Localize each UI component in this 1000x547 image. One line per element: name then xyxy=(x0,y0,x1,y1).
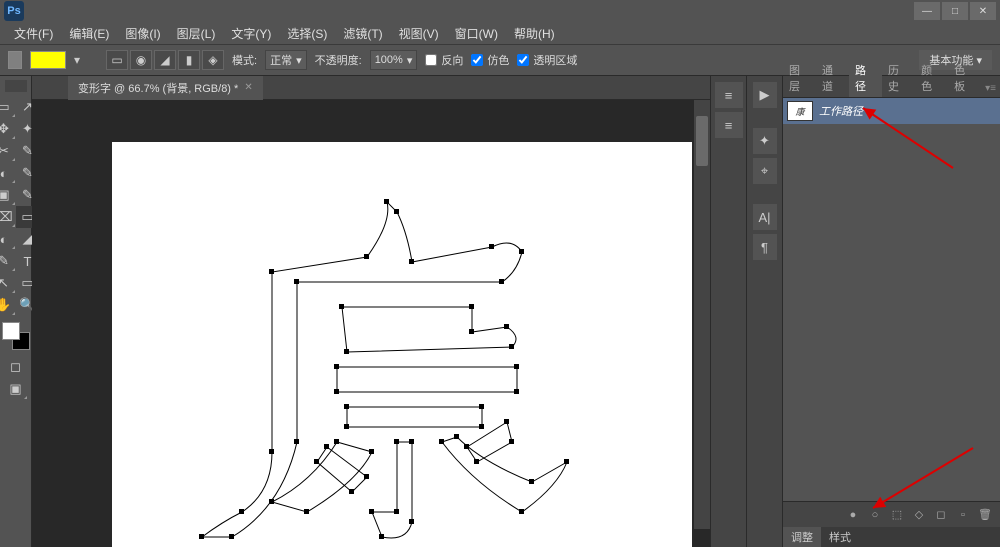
gradient-angle-icon[interactable]: ◢ xyxy=(154,50,176,70)
opacity-select[interactable]: 100%▾ xyxy=(370,50,418,70)
tab-paths[interactable]: 路径 xyxy=(849,59,882,97)
brush-panel-icon[interactable]: ✦ xyxy=(753,128,777,154)
app-logo: Ps xyxy=(4,1,24,21)
menu-filter[interactable]: 滤镜(T) xyxy=(337,23,388,44)
tab-history[interactable]: 历史 xyxy=(882,59,915,97)
gradient-linear-icon[interactable]: ▭ xyxy=(106,50,128,70)
tab-swatches[interactable]: 色板 xyxy=(948,59,981,97)
tab-color[interactable]: 颜色 xyxy=(915,59,948,97)
tab-styles[interactable]: 样式 xyxy=(821,527,859,547)
mode-select[interactable]: 正常▾ xyxy=(265,50,307,70)
move-tool[interactable]: ▭ xyxy=(0,96,16,118)
dock-icon[interactable]: ≡ xyxy=(715,112,743,138)
stroke-path-icon[interactable]: ○ xyxy=(866,506,884,524)
window-controls: — □ ✕ xyxy=(914,2,996,20)
canvas[interactable] xyxy=(112,142,692,547)
tab-adjustments[interactable]: 调整 xyxy=(783,527,821,547)
hand-tool[interactable]: ✋ xyxy=(0,294,16,316)
panel-menu-icon[interactable]: ▾≡ xyxy=(981,80,1000,97)
reverse-checkbox[interactable]: 反向 xyxy=(425,52,463,68)
maximize-button[interactable]: □ xyxy=(942,2,968,20)
lasso-tool[interactable]: ✥ xyxy=(0,118,16,140)
path-select-tool[interactable]: ↖ xyxy=(0,272,16,294)
screenmode-toggle[interactable]: ▣ xyxy=(4,378,28,400)
document-tabs: 变形字 @ 66.7% (背景, RGB/8) * ✕ xyxy=(32,76,710,100)
fill-path-icon[interactable]: ● xyxy=(844,506,862,524)
title-bar: Ps — □ ✕ xyxy=(0,0,1000,22)
gradient-dropdown[interactable]: ▾ xyxy=(74,53,80,67)
right-panel-group: 图层 通道 路径 历史 颜色 色板 ▾≡ 康 工作路径 ● ○ ⬚ ◇ xyxy=(782,76,1000,547)
quickmask-toggle[interactable]: ◻ xyxy=(4,356,28,378)
vertical-scrollbar[interactable] xyxy=(694,100,710,529)
canvas-viewport[interactable] xyxy=(32,100,710,547)
anchor-points xyxy=(199,199,569,539)
delete-path-icon[interactable]: 🗑 xyxy=(976,506,994,524)
opacity-label: 不透明度: xyxy=(315,52,362,68)
paragraph-panel-icon[interactable]: ¶ xyxy=(753,234,777,260)
add-mask-icon[interactable]: ◻ xyxy=(932,506,950,524)
panel-tabs: 图层 通道 路径 历史 颜色 色板 ▾≡ xyxy=(783,76,1000,98)
collapsed-dock-right: ▶ ✦ ⌖ A| ¶ xyxy=(746,76,782,547)
selection-to-path-icon[interactable]: ◇ xyxy=(910,506,928,524)
eraser-tool[interactable]: ⌫ xyxy=(0,206,16,228)
path-item-name: 工作路径 xyxy=(819,103,863,119)
menu-edit[interactable]: 编辑(E) xyxy=(63,23,115,44)
document-tab-title: 变形字 @ 66.7% (背景, RGB/8) * xyxy=(78,80,238,96)
stamp-tool[interactable]: ▣ xyxy=(0,184,16,206)
transparency-checkbox[interactable]: 透明区域 xyxy=(517,52,577,68)
path-thumbnail: 康 xyxy=(787,101,813,121)
menu-view[interactable]: 视图(V) xyxy=(393,23,445,44)
paths-panel-footer: ● ○ ⬚ ◇ ◻ ▫ 🗑 xyxy=(783,501,1000,527)
play-icon[interactable]: ▶ xyxy=(753,82,777,108)
document-tab[interactable]: 变形字 @ 66.7% (背景, RGB/8) * ✕ xyxy=(68,76,263,100)
bottom-panel-tabs: 调整 样式 xyxy=(783,527,1000,547)
tab-layers[interactable]: 图层 xyxy=(783,59,816,97)
menu-layer[interactable]: 图层(L) xyxy=(171,23,222,44)
annotation-arrows xyxy=(783,98,1000,518)
minimize-button[interactable]: — xyxy=(914,2,940,20)
tool-preset-picker[interactable] xyxy=(8,51,22,69)
close-document-icon[interactable]: ✕ xyxy=(244,82,252,93)
gradient-radial-icon[interactable]: ◉ xyxy=(130,50,152,70)
mode-label: 模式: xyxy=(232,52,257,68)
crop-tool[interactable]: ✂ xyxy=(0,140,16,162)
paths-panel-body: 康 工作路径 xyxy=(783,98,1000,501)
heal-tool[interactable]: ◐ xyxy=(0,162,16,184)
menu-select[interactable]: 选择(S) xyxy=(281,23,333,44)
foreground-color[interactable] xyxy=(2,322,20,340)
close-button[interactable]: ✕ xyxy=(970,2,996,20)
path-character xyxy=(112,142,692,547)
toolbox-handle[interactable] xyxy=(5,80,27,92)
clone-panel-icon[interactable]: ⌖ xyxy=(753,158,777,184)
blur-tool[interactable]: ◐ xyxy=(0,228,16,250)
menu-window[interactable]: 窗口(W) xyxy=(449,23,504,44)
dither-checkbox[interactable]: 仿色 xyxy=(471,52,509,68)
path-item-work-path[interactable]: 康 工作路径 xyxy=(783,98,1000,124)
menu-text[interactable]: 文字(Y) xyxy=(225,23,277,44)
character-panel-icon[interactable]: A| xyxy=(753,204,777,230)
dock-icon[interactable]: ≡ xyxy=(715,82,743,108)
tab-channels[interactable]: 通道 xyxy=(816,59,849,97)
gradient-type-icons: ▭ ◉ ◢ ▮ ◈ xyxy=(106,50,224,70)
menu-file[interactable]: 文件(F) xyxy=(8,23,59,44)
gradient-reflected-icon[interactable]: ▮ xyxy=(178,50,200,70)
menu-image[interactable]: 图像(I) xyxy=(119,23,166,44)
color-swatches[interactable] xyxy=(2,322,30,350)
collapsed-dock-left: ≡ ≡ xyxy=(710,76,746,547)
toolbox: ▭↗ ✥✦ ✂✎ ◐✎ ▣✎ ⌫▭ ◐◢ ✎T ↖▭ ✋🔍 ◻ ▣ xyxy=(0,76,32,547)
gradient-diamond-icon[interactable]: ◈ xyxy=(202,50,224,70)
pen-tool[interactable]: ✎ xyxy=(0,250,16,272)
main-area: ▭↗ ✥✦ ✂✎ ◐✎ ▣✎ ⌫▭ ◐◢ ✎T ↖▭ ✋🔍 ◻ ▣ 变形字 @ … xyxy=(0,76,1000,547)
gradient-swatch[interactable] xyxy=(30,51,66,69)
document-area: 变形字 @ 66.7% (背景, RGB/8) * ✕ xyxy=(32,76,710,547)
path-to-selection-icon[interactable]: ⬚ xyxy=(888,506,906,524)
new-path-icon[interactable]: ▫ xyxy=(954,506,972,524)
menu-bar: 文件(F) 编辑(E) 图像(I) 图层(L) 文字(Y) 选择(S) 滤镜(T… xyxy=(0,22,1000,44)
menu-help[interactable]: 帮助(H) xyxy=(508,23,561,44)
